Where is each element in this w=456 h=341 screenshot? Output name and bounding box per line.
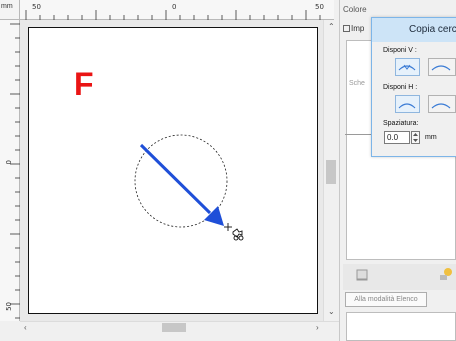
chevron-down-icon[interactable]: ⌄ bbox=[328, 308, 335, 316]
chevron-up-icon[interactable]: ⌃ bbox=[328, 23, 335, 31]
dispon-h-label: Disponi H : bbox=[383, 84, 418, 91]
ruler-unit-label: mm bbox=[1, 3, 13, 10]
colore-label[interactable]: Colore bbox=[343, 5, 367, 14]
arrange-v-option-1-button[interactable] bbox=[395, 58, 420, 76]
ruler-top: 50 0 50 bbox=[20, 0, 334, 20]
letter-object[interactable]: F bbox=[74, 68, 94, 100]
ruler-left-tick-label: 0 bbox=[5, 160, 13, 165]
ruler-top-tick-label: 0 bbox=[172, 3, 177, 11]
spacing-label: Spaziatura: bbox=[383, 120, 419, 127]
arrange-h-option-1-button[interactable] bbox=[395, 95, 420, 113]
dispon-v-label: Disponi V : bbox=[383, 47, 417, 54]
list-mode-button[interactable]: Alla modalità Elenco bbox=[345, 292, 427, 307]
spacing-input[interactable]: 0.0 bbox=[384, 131, 410, 144]
dialog-title[interactable]: Copia cerc bbox=[372, 18, 456, 42]
horizontal-scroll-thumb[interactable] bbox=[162, 323, 186, 332]
square-icon[interactable] bbox=[355, 268, 369, 282]
arrange-v-option-2-button[interactable] bbox=[428, 58, 456, 76]
arrange-h-option-2-button[interactable] bbox=[428, 95, 456, 113]
ruler-corner: mm bbox=[0, 0, 20, 20]
chevron-left-icon[interactable]: ‹ bbox=[24, 324, 27, 332]
tool-icon[interactable] bbox=[438, 266, 454, 282]
scheda-label: Sche bbox=[349, 80, 365, 87]
vertical-scroll-thumb[interactable] bbox=[326, 160, 336, 184]
chevron-right-icon[interactable]: › bbox=[316, 324, 319, 332]
spacing-spinner[interactable] bbox=[411, 131, 420, 144]
spacing-unit-label: mm bbox=[425, 134, 437, 141]
ruler-top-tick-label: 50 bbox=[32, 3, 41, 11]
tab-impostazioni-label: Imp bbox=[351, 24, 365, 33]
ruler-left-tick-label: 50 bbox=[5, 302, 13, 311]
ruler-top-tick-label: 50 bbox=[315, 3, 324, 11]
design-page[interactable] bbox=[28, 27, 318, 314]
list-icon bbox=[343, 25, 350, 32]
bottom-panel-box bbox=[346, 312, 456, 341]
ruler-left: 0 50 bbox=[0, 20, 20, 321]
